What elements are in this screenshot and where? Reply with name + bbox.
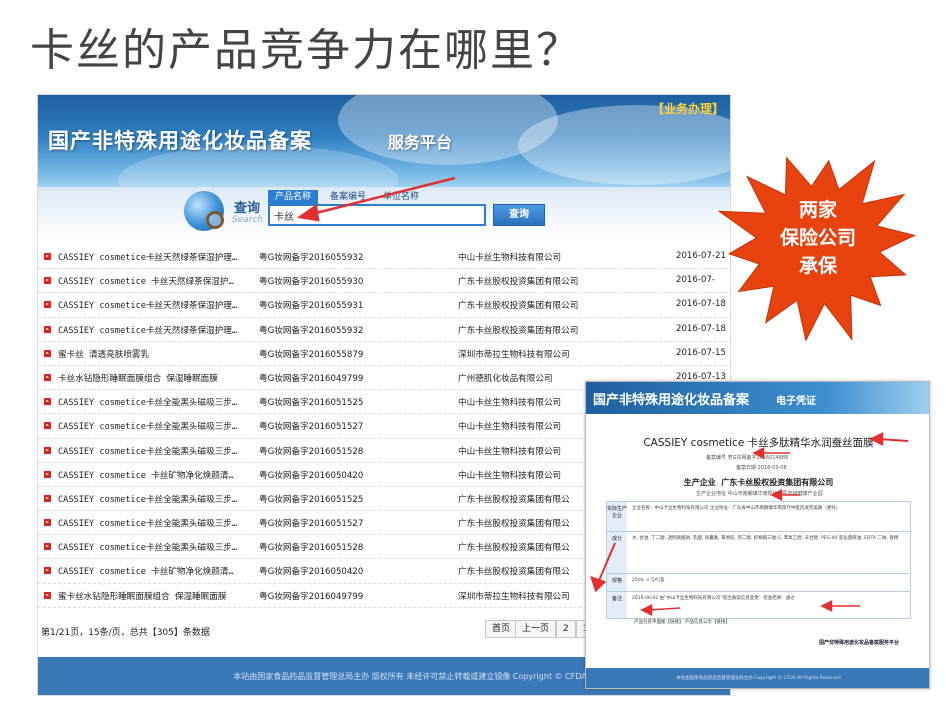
certificate-platform-name: 国产非特殊用途化妆品备案服务平台 <box>819 640 900 646</box>
certificate-company-address: 生产企业地址 中山市南朗镇华南现代中医药城健康产业园 <box>696 491 823 497</box>
certificate-row: 备注 2016-06-02 由“中山卡丝生物科技有限公司”提出备案信息变更：检查结… <box>607 592 910 618</box>
callout-text: 两家 保险公司 承保 <box>753 196 883 280</box>
certificate-row: 实际生产企业 企业名称：中山卡丝生物科技有限公司 企业地址：广东省中山市南朗镇华南… <box>607 502 910 532</box>
row-value: 2016-06-02 由“中山卡丝生物科技有限公司”提出备案信息变更：检查结果：… <box>632 596 795 601</box>
callout-line-2: 保险公司 <box>779 227 856 249</box>
certificate-row: 规格 25mL × 5片/盒 <box>607 574 910 592</box>
row-value: 企业名称：中山卡丝生物科技有限公司 企业地址：广东省中山市南朗镇华南现代中医药城… <box>632 506 841 511</box>
certificate-record-number: 备案编号 粤G妆网备字2016014888 <box>706 455 789 461</box>
callout-line-3: 承保 <box>798 255 837 277</box>
certificate-footer: 本站由国家食品药品监督管理总局主办 Copyright © CFDA All R… <box>586 668 929 688</box>
certificate-company-label: 生产企业 <box>683 477 716 487</box>
certificate-row: 成分 水, 甘油, 丁二醇, 透明质酸钠, 乳酸, 尿囊素, 黄原胶, 丙二醇, … <box>607 532 910 574</box>
certificate-product-name: CASSIEY cosmetice 卡丝多肽精华水润蚕丝面膜 <box>643 437 874 449</box>
certificate-screenshot: 国产非特殊用途化妆品备案 电子凭证 CASSIEY cosmetice 卡丝多肽… <box>585 381 930 689</box>
row-label: 备注 <box>607 592 627 618</box>
certificate-details-table: 实际生产企业 企业名称：中山卡丝生物科技有限公司 企业地址：广东省中山市南朗镇华南… <box>606 501 911 619</box>
certificate-banner: 国产非特殊用途化妆品备案 电子凭证 <box>586 382 929 414</box>
row-label: 实际生产企业 <box>607 502 627 531</box>
row-label: 成分 <box>607 532 627 573</box>
certificate-title: 国产非特殊用途化妆品备案 <box>593 393 750 408</box>
row-value: 25mL × 5片/盒 <box>632 578 665 583</box>
certificate-company-name: 广东卡丝股权投资集团有限公司 <box>721 477 834 487</box>
certificate-links[interactable]: 产品包装平面图【链接】 产品信息公示【链接】 <box>634 619 730 625</box>
certificate-company: 生产企业 广东卡丝股权投资集团有限公司 <box>586 477 929 488</box>
callout-line-1: 两家 <box>798 199 837 221</box>
row-value: 水, 甘油, 丁二醇, 透明质酸钠, 乳酸, 尿囊素, 黄原胶, 丙二醇, 棕榈… <box>632 536 899 541</box>
certificate-record-date: 备案日期 2016-03-08 <box>736 465 787 471</box>
certificate-subtitle: 电子凭证 <box>776 396 816 407</box>
row-label: 规格 <box>607 574 627 591</box>
